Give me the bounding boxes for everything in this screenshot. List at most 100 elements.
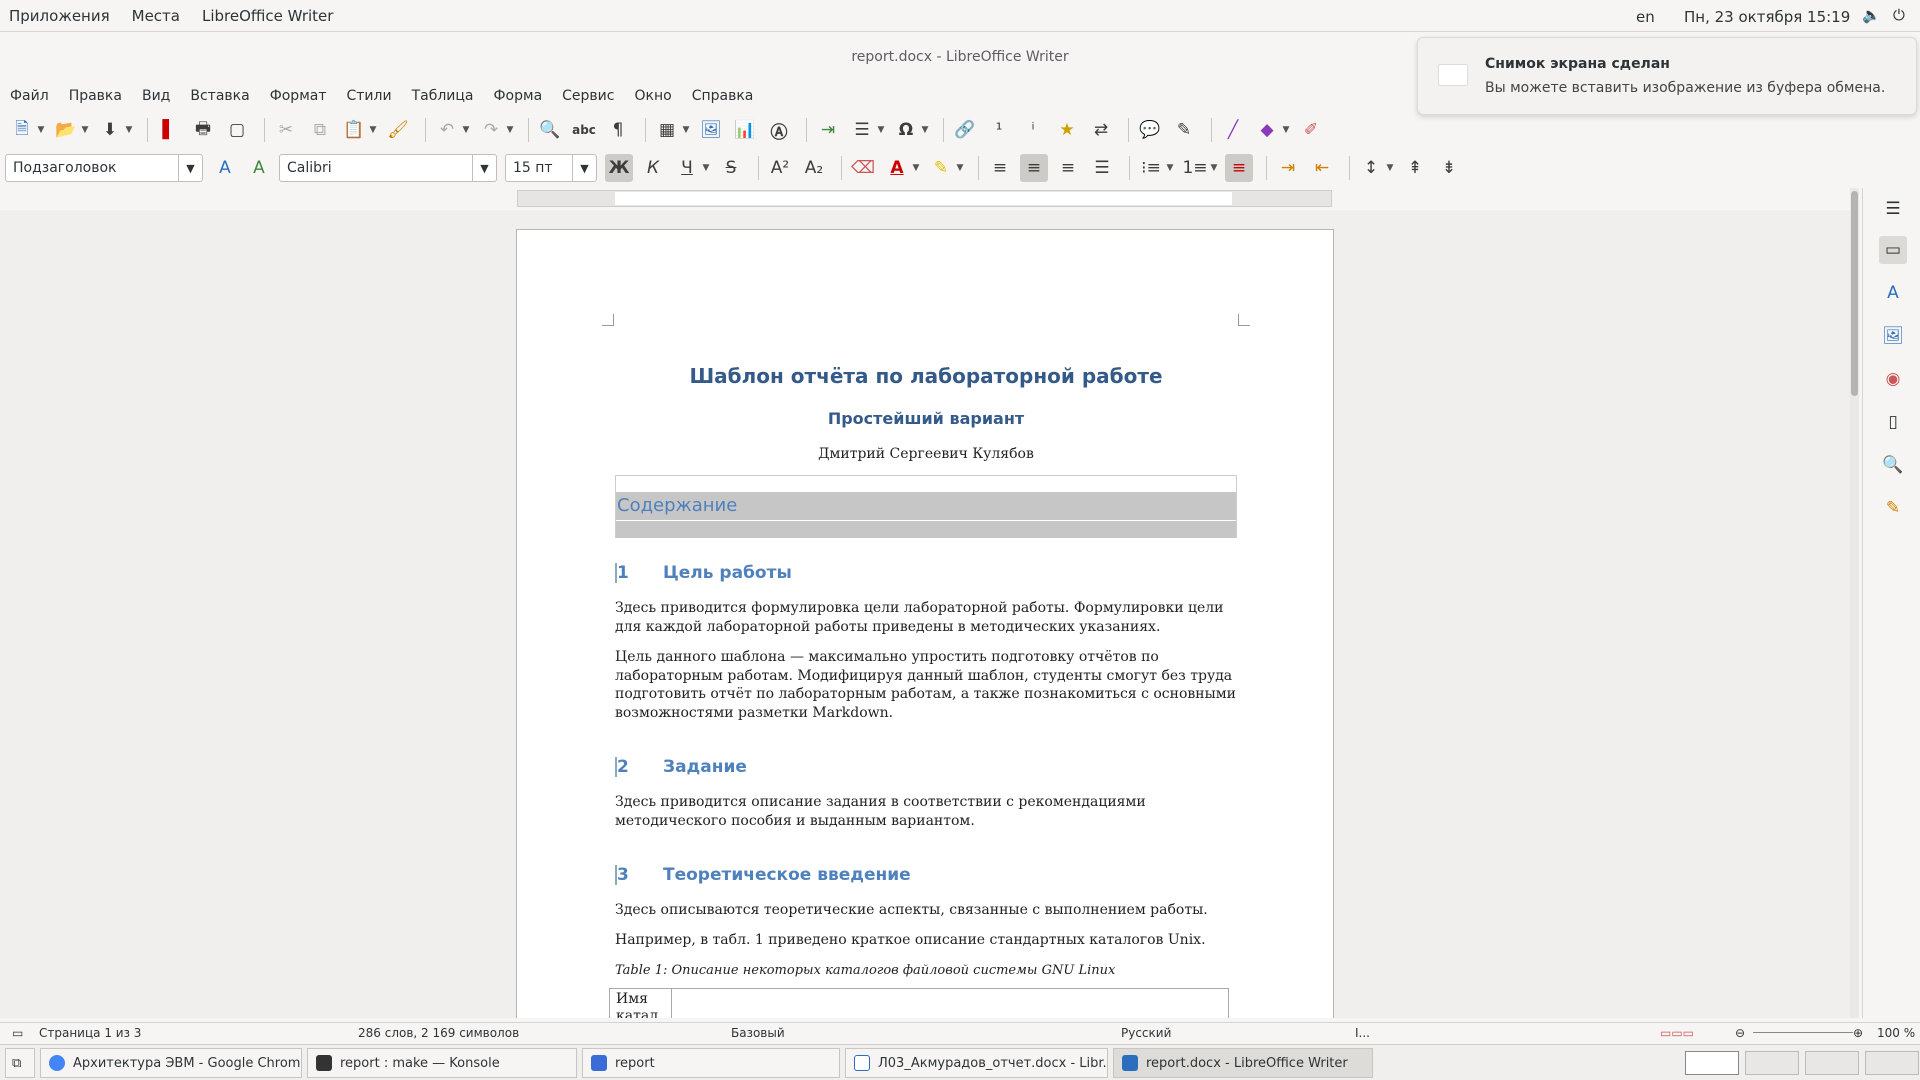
chevron-down-icon[interactable]: ▼	[505, 116, 515, 144]
chevron-down-icon[interactable]: ▼	[178, 155, 202, 181]
page-icon[interactable]: ▯	[1879, 408, 1907, 436]
save-icon[interactable]: ⬇	[96, 116, 124, 144]
navigator-icon[interactable]: ◉	[1879, 365, 1907, 393]
chevron-down-icon[interactable]: ▼	[461, 116, 471, 144]
show-desktop-icon[interactable]: ⧉	[5, 1048, 35, 1078]
spelling-icon[interactable]: abc	[570, 116, 598, 144]
clone-formatting-icon[interactable]: 🖌	[384, 116, 412, 144]
page-style[interactable]: Базовый	[731, 1026, 785, 1040]
menu-help[interactable]: Справка	[682, 84, 754, 108]
workspace-1[interactable]	[1685, 1051, 1739, 1075]
bookmark-icon[interactable]: ★	[1053, 116, 1081, 144]
cross-reference-icon[interactable]: ⇄	[1087, 116, 1115, 144]
subscript-icon[interactable]: A₂	[800, 154, 828, 182]
chevron-down-icon[interactable]: ▼	[1209, 154, 1219, 182]
paragraph[interactable]: Здесь приводится формулировка цели лабор…	[615, 599, 1237, 636]
zoom-in-icon[interactable]: ⊕	[1853, 1026, 1863, 1040]
increase-indent-icon[interactable]: ⇥	[1274, 154, 1302, 182]
chevron-down-icon[interactable]: ▼	[572, 155, 596, 181]
task-konsole[interactable]: report : make — Konsole	[307, 1048, 577, 1078]
menu-table[interactable]: Таблица	[402, 84, 474, 108]
document-author[interactable]: Дмитрий Сергеевич Кулябов	[615, 446, 1237, 462]
special-character-icon[interactable]: Ω	[892, 116, 920, 144]
style-inspector-icon[interactable]: 🔍	[1879, 451, 1907, 479]
view-layout-icon[interactable]: ▭▭▭	[1660, 1026, 1694, 1040]
table-of-contents[interactable]: Содержание	[615, 475, 1237, 538]
insert-table-icon[interactable]: ▦	[653, 116, 681, 144]
new-document-icon[interactable]: 🗎	[8, 116, 36, 144]
chevron-down-icon[interactable]: ▼	[876, 116, 886, 144]
workspace-4[interactable]	[1865, 1051, 1919, 1075]
section-heading[interactable]: 3 Теоретическое введение	[615, 865, 911, 885]
document-subtitle[interactable]: Простейший вариант	[615, 409, 1237, 428]
places-menu[interactable]: Места	[132, 7, 180, 25]
document-page[interactable]: Шаблон отчёта по лабораторной работе Про…	[516, 229, 1334, 1018]
properties-icon[interactable]: ▭	[1879, 236, 1907, 264]
line-icon[interactable]: ╱	[1219, 116, 1247, 144]
decrease-indent-icon[interactable]: ⇤	[1308, 154, 1336, 182]
menu-file[interactable]: Файл	[0, 84, 49, 108]
chevron-down-icon[interactable]: ▼	[681, 116, 691, 144]
insert-textbox-icon[interactable]: Ⓐ	[765, 116, 793, 144]
font-size-select[interactable]: 15 пт ▼	[505, 154, 597, 182]
undo-icon[interactable]: ↶	[433, 116, 461, 144]
decrease-paragraph-spacing-icon[interactable]: ⇟	[1435, 154, 1463, 182]
print-preview-icon[interactable]: ▢	[223, 116, 251, 144]
align-right-icon[interactable]: ≡	[1054, 154, 1082, 182]
line-spacing-icon[interactable]: ↕	[1357, 154, 1385, 182]
footnote-icon[interactable]: ¹	[985, 116, 1013, 144]
zoom-level[interactable]: 100 %	[1877, 1026, 1915, 1040]
font-name-select[interactable]: Calibri ▼	[279, 154, 497, 182]
task-chrome[interactable]: Архитектура ЭВМ - Google Chrome	[40, 1048, 302, 1078]
zoom-slider[interactable]	[1753, 1032, 1853, 1033]
workspace-2[interactable]	[1745, 1051, 1799, 1075]
task-writer-l03[interactable]: Л03_Акмурадов_отчет.docx - Libr...	[845, 1048, 1108, 1078]
task-folder[interactable]: report	[582, 1048, 840, 1078]
table-caption[interactable]: Table 1: Описание некоторых каталогов фа…	[615, 963, 1115, 978]
text-language[interactable]: Русский	[1121, 1026, 1171, 1040]
comment-icon[interactable]: 💬	[1136, 116, 1164, 144]
outline-list-icon[interactable]: ≡	[1225, 154, 1253, 182]
vertical-scrollbar[interactable]	[1850, 188, 1859, 1018]
print-icon[interactable]: 🖶	[189, 116, 217, 144]
horizontal-ruler[interactable]	[517, 190, 1332, 207]
zoom-out-icon[interactable]: ⊖	[1735, 1026, 1745, 1040]
menu-styles[interactable]: Стили	[337, 84, 392, 108]
chevron-down-icon[interactable]: ▼	[1385, 154, 1395, 182]
paragraph[interactable]: Здесь приводится описание задания в соот…	[615, 793, 1237, 830]
paragraph[interactable]: Здесь описываются теоретические аспекты,…	[615, 901, 1237, 920]
increase-paragraph-spacing-icon[interactable]: ⇞	[1401, 154, 1429, 182]
chevron-down-icon[interactable]: ▼	[80, 116, 90, 144]
bullet-list-icon[interactable]: ⁝≡	[1137, 154, 1165, 182]
export-pdf-icon[interactable]: ▌	[155, 116, 183, 144]
superscript-icon[interactable]: A²	[766, 154, 794, 182]
find-replace-icon[interactable]: 🔍	[536, 116, 564, 144]
sidebar-menu-icon[interactable]: ☰	[1879, 195, 1907, 223]
cut-icon[interactable]: ✂	[272, 116, 300, 144]
chevron-down-icon[interactable]: ▼	[36, 116, 46, 144]
applications-menu[interactable]: Приложения	[9, 7, 110, 25]
keyboard-layout[interactable]: en	[1636, 8, 1655, 26]
styles-icon[interactable]: A	[1879, 279, 1907, 307]
chevron-down-icon[interactable]: ▼	[1165, 154, 1175, 182]
menu-edit[interactable]: Правка	[59, 84, 122, 108]
hyperlink-icon[interactable]: 🔗	[951, 116, 979, 144]
open-folder-icon[interactable]: 📂	[52, 116, 80, 144]
font-color-icon[interactable]: A	[883, 154, 911, 182]
insert-field-icon[interactable]: ☰	[848, 116, 876, 144]
bold-icon[interactable]: Ж	[605, 154, 633, 182]
chevron-down-icon[interactable]: ▼	[911, 154, 921, 182]
chevron-down-icon[interactable]: ▼	[920, 116, 930, 144]
clear-formatting-icon[interactable]: ⌫	[849, 154, 877, 182]
manage-changes-icon[interactable]: ✎	[1879, 494, 1907, 522]
numbered-list-icon[interactable]: 1≡	[1181, 154, 1209, 182]
menu-insert[interactable]: Вставка	[180, 84, 249, 108]
chevron-down-icon[interactable]: ▼	[1281, 116, 1291, 144]
workspace-3[interactable]	[1805, 1051, 1859, 1075]
scroll-thumb[interactable]	[1851, 191, 1858, 396]
redo-icon[interactable]: ↷	[477, 116, 505, 144]
menu-form[interactable]: Форма	[484, 84, 543, 108]
section-heading[interactable]: 1 Цель работы	[615, 563, 792, 583]
task-writer-report[interactable]: report.docx - LibreOffice Writer	[1113, 1048, 1373, 1078]
paragraph[interactable]: Например, в табл. 1 приведено краткое оп…	[615, 931, 1237, 950]
